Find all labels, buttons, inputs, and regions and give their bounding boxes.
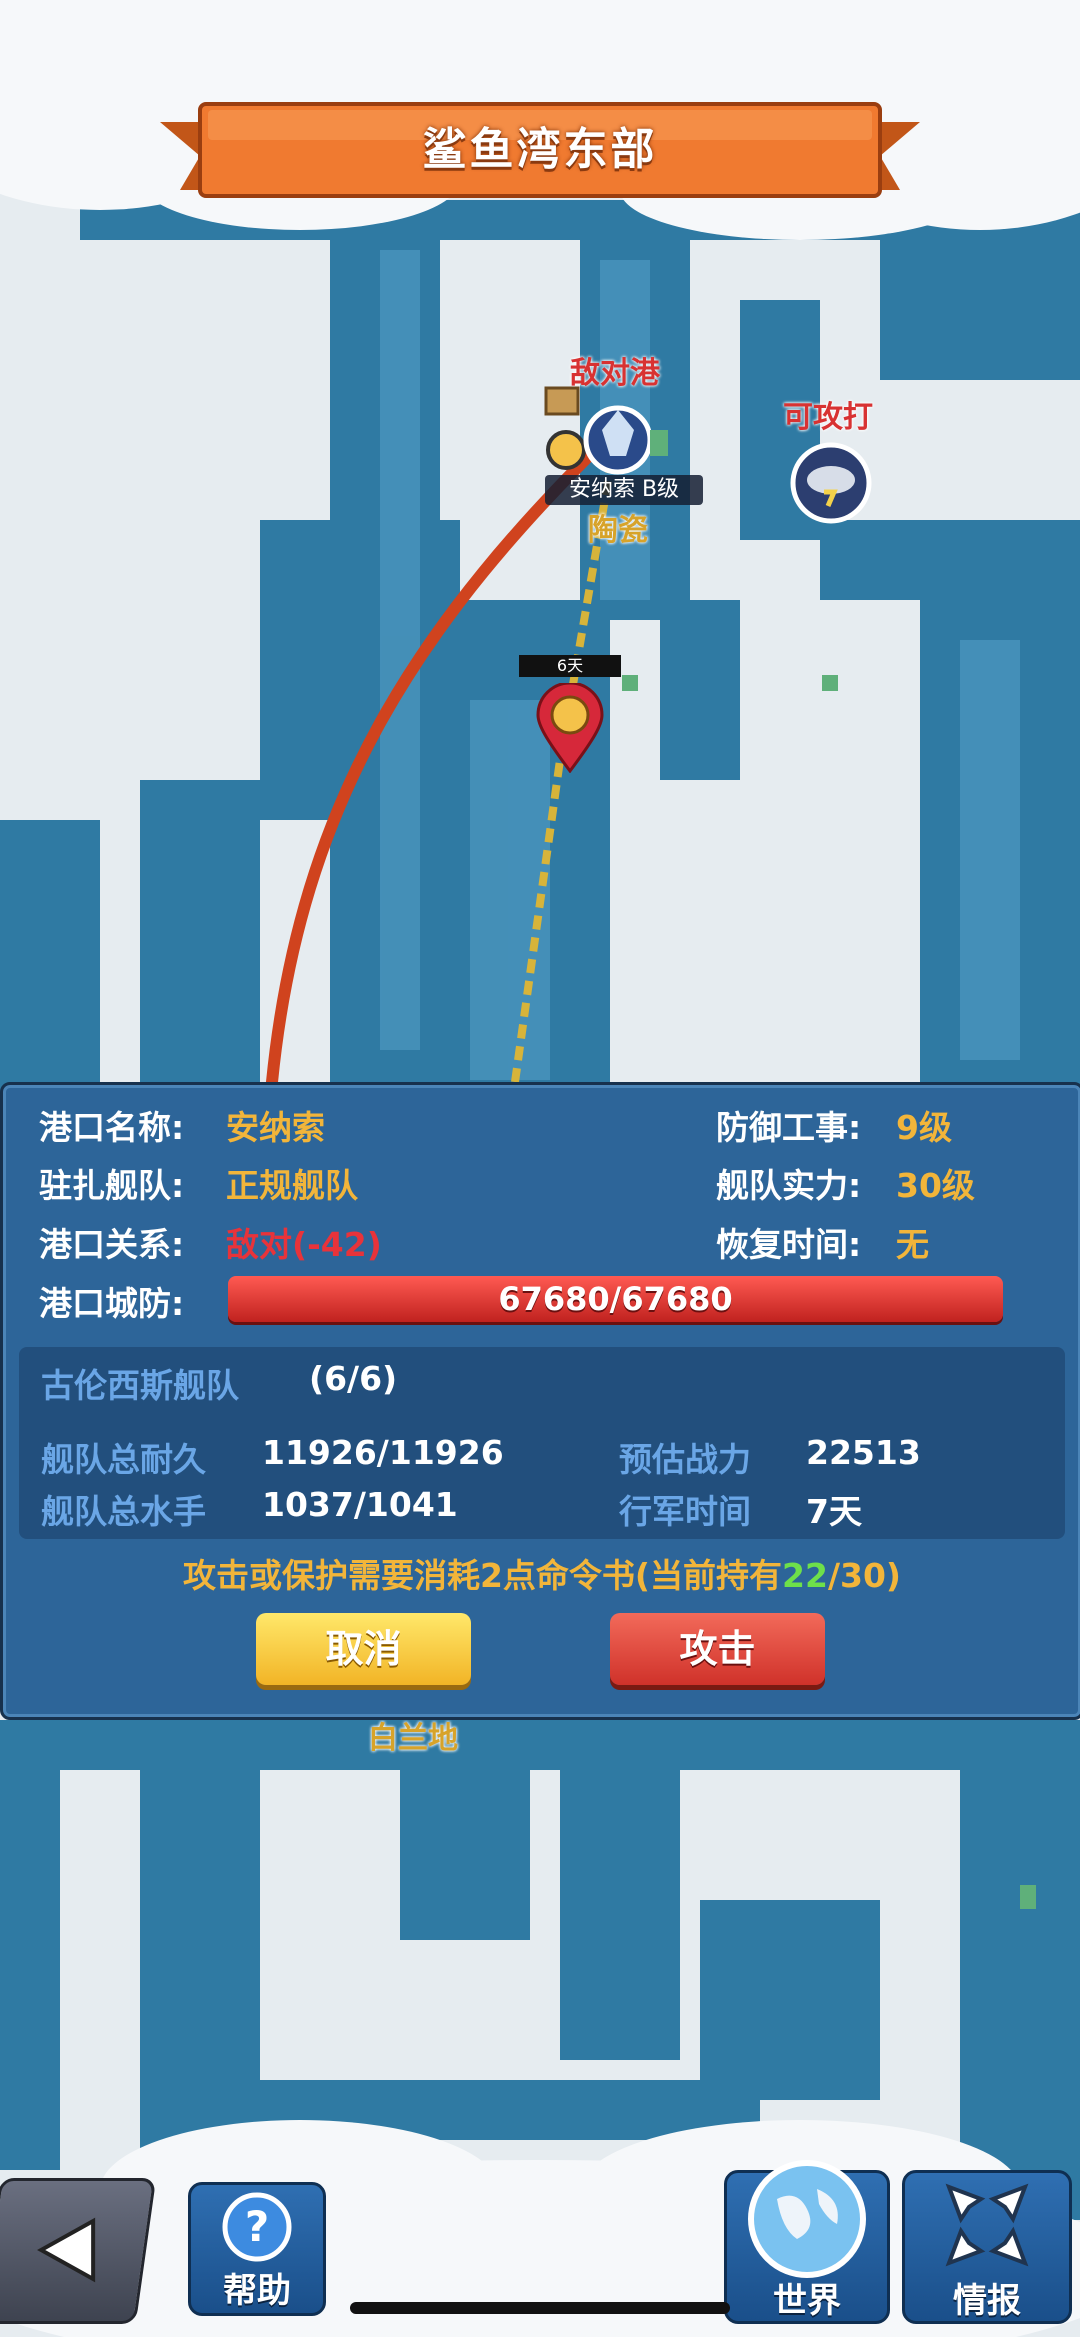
help-icon: ? [222,2192,292,2262]
globe-icon [748,2160,866,2278]
notice-current: 22 [782,1556,828,1595]
fleet-name: 古伦西斯舰队 [41,1366,239,1405]
garrison-label: 驻扎舰队: [39,1166,185,1205]
power-value: 22513 [806,1433,921,1472]
garrison-value: 正规舰队 [226,1166,358,1205]
fleet-count: (6/6) [309,1359,398,1398]
citydef-label: 港口城防: [39,1284,185,1323]
power-label: 预估战力 [619,1440,751,1479]
enemy-port-icon[interactable] [538,380,678,480]
defense-value: 9级 [896,1108,952,1147]
world-button[interactable]: 世界 [724,2160,890,2324]
world-label: 世界 [773,2281,841,2321]
port-name-label: 港口名称: [39,1108,185,1147]
durability-label: 舰队总耐久 [41,1440,206,1479]
defense-label: 防御工事: [716,1108,862,1147]
port-name-value: 安纳索 [226,1108,325,1147]
fleet-location-pin-icon[interactable] [536,683,604,773]
citydef-value: 67680/67680 [498,1280,733,1318]
help-label: 帮助 [223,2271,291,2311]
home-indicator [350,2302,730,2314]
relation-value: 敌对(-42) [226,1225,382,1264]
march-label: 行军时间 [619,1492,751,1531]
citydef-bar: 67680/67680 [228,1276,1003,1322]
travel-time-tag: 6天 [519,655,621,677]
sailors-value: 1037/1041 [262,1485,458,1524]
attackable-label: 可攻打 [783,400,873,435]
port-name-tag: 安纳索 B级 [545,475,703,505]
help-button[interactable]: ? 帮助 [188,2182,326,2316]
command-cost-notice: 攻击或保护需要消耗2点命令书(当前持有22/30) [3,1549,1080,1597]
fleet-summary: 古伦西斯舰队 (6/6) 舰队总耐久 11926/11926 舰队总水手 103… [19,1347,1065,1539]
durability-value: 11926/11926 [262,1433,504,1472]
intel-button[interactable]: 情报 [902,2170,1072,2324]
recovery-label: 恢复时间: [716,1225,862,1264]
recovery-value: 无 [896,1225,929,1264]
back-arrow-icon [37,2217,96,2283]
port-info-panel: 港口名称: 安纳索 防御工事: 9级 驻扎舰队: 正规舰队 舰队实力: 30级 … [0,1082,1080,1720]
march-value: 7天 [806,1492,862,1531]
region-title-banner: 鲨鱼湾东部 [160,100,920,212]
notice-prefix: 攻击或保护需要消耗2点命令书(当前持有 [182,1556,783,1595]
attack-button[interactable]: 攻击 [610,1613,825,1685]
strength-label: 舰队实力: [716,1166,862,1205]
relation-label: 港口关系: [39,1225,185,1264]
port-goods-label: 陶瓷 [588,513,648,548]
back-button[interactable] [0,2178,157,2324]
cancel-button[interactable]: 取消 [256,1613,471,1685]
strength-value: 30级 [896,1166,975,1205]
storm-icon[interactable] [790,442,872,524]
intel-compass-icon [945,2183,1029,2267]
svg-text:?: ? [245,2202,269,2251]
intel-label: 情报 [953,2281,1021,2321]
notice-suffix: /30) [827,1556,902,1595]
sailors-label: 舰队总水手 [41,1492,206,1531]
region-title: 鲨鱼湾东部 [422,124,658,175]
